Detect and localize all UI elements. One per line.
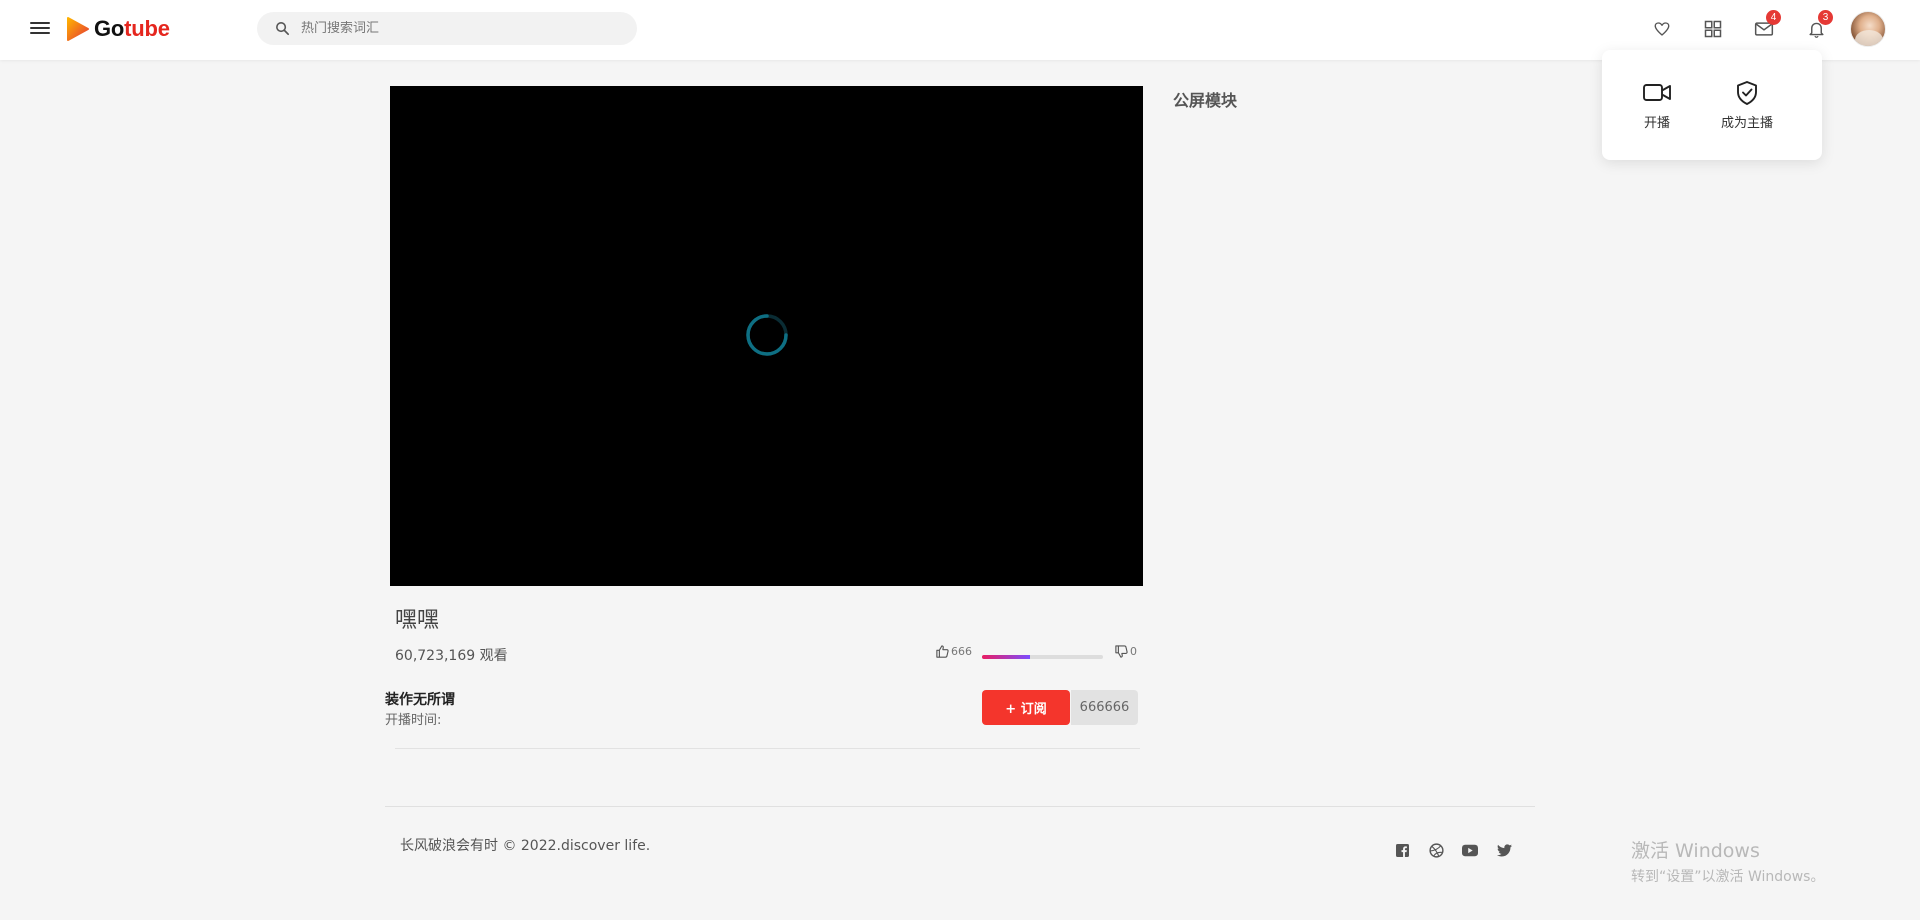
video-title: 嘿嘿 [395,608,440,633]
mail-icon[interactable]: 4 [1751,10,1781,42]
dislike-button[interactable]: 0 [1114,644,1137,659]
creator-dropdown-menu: 开播 成为主播 [1602,50,1822,160]
user-avatar[interactable] [1850,11,1886,47]
video-player[interactable] [390,86,1143,586]
like-ratio-fill [982,655,1031,659]
twitter-icon[interactable] [1496,842,1512,858]
shield-check-icon [1737,81,1757,105]
start-time-label: 开播时间: [385,713,442,728]
facebook-icon[interactable] [1394,842,1410,858]
favorites-heart-icon[interactable] [1649,16,1675,42]
search-icon[interactable] [274,20,291,37]
video-camera-icon [1643,84,1671,101]
logo-text-go: Go [94,16,125,41]
become-streamer-label: 成为主播 [1721,116,1774,131]
play-logo-icon [67,17,89,41]
footer-copyright: 长风破浪会有时 © 2022.discover life. [400,838,651,854]
youtube-icon[interactable] [1462,842,1478,858]
chat-panel-title: 公屏模块 [1173,91,1238,110]
like-count: 666 [951,645,972,658]
search-input[interactable] [301,21,621,36]
thumbs-down-icon [1115,645,1128,658]
view-count: 60,723,169 观看 [395,648,508,664]
like-ratio-bar [982,655,1103,659]
like-button[interactable]: 666 [935,644,972,659]
logo-text-tube: tube [124,16,170,41]
divider [395,748,1140,749]
watermark-line1: 激活 Windows [1631,840,1760,862]
social-links [1394,842,1512,858]
loading-spinner-icon [746,314,788,356]
footer-divider [385,806,1535,807]
subscriber-count: 666666 [1071,690,1138,725]
mail-badge: 4 [1766,10,1781,25]
bell-icon[interactable]: 3 [1803,10,1833,42]
watermark-line2: 转到“设置”以激活 Windows。 [1631,869,1825,885]
windows-activation-watermark: 激活 Windows 转到“设置”以激活 Windows。 [1631,836,1824,886]
menu-icon[interactable] [28,19,52,41]
logo[interactable]: Gotube [64,14,170,44]
subscribe-button[interactable]: + 订阅 [982,690,1070,725]
search-bar [257,12,637,45]
notification-badge: 3 [1818,10,1833,25]
become-streamer-menu-item[interactable]: 成为主播 [1721,80,1773,131]
dislike-count: 0 [1130,645,1137,658]
go-live-label: 开播 [1643,116,1670,131]
go-live-menu-item[interactable]: 开播 [1642,80,1672,131]
channel-name[interactable]: 装作无所谓 [385,689,455,709]
thumbs-up-icon [936,645,949,658]
dribbble-icon[interactable] [1428,842,1444,858]
apps-grid-icon[interactable] [1700,16,1726,42]
